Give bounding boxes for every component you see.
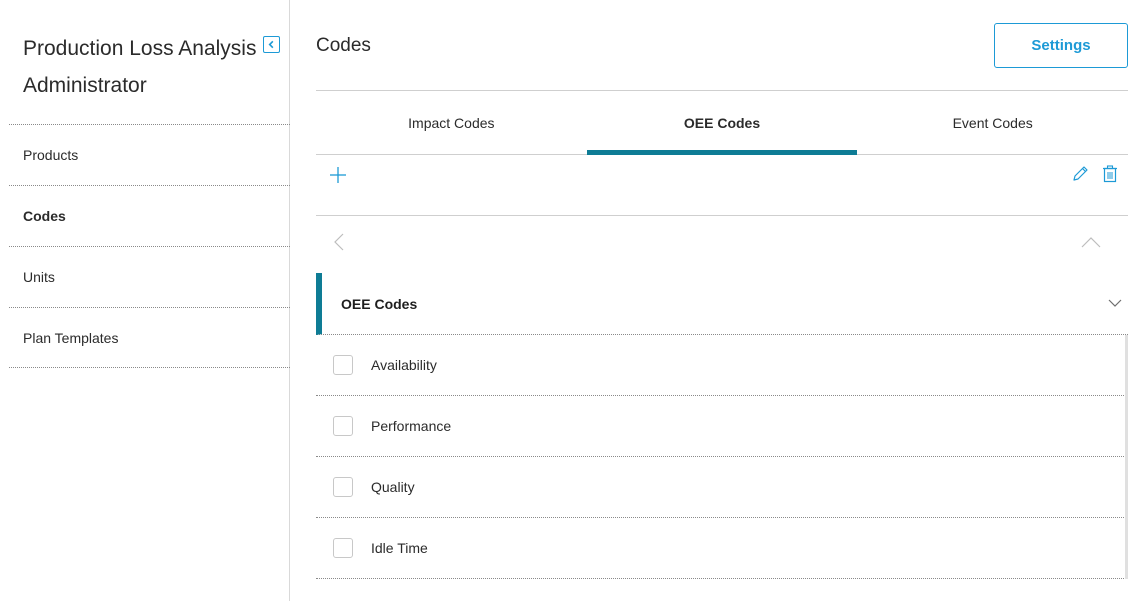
list-item-label: Availability (371, 357, 437, 373)
list-item: Performance (316, 396, 1128, 457)
scrollbar[interactable] (1125, 335, 1128, 579)
chevron-up-icon[interactable] (1080, 235, 1102, 249)
navigation-row (316, 217, 1128, 272)
list-item: Idle Time (316, 518, 1128, 579)
trash-icon[interactable] (1100, 164, 1120, 184)
tab-bar: Impact Codes OEE Codes Event Codes (316, 91, 1128, 155)
settings-button[interactable]: Settings (994, 23, 1128, 68)
list-item-label: Quality (371, 479, 415, 495)
sidebar-nav: Products Codes Units Plan Templates (9, 124, 290, 368)
chevron-left-icon (268, 40, 274, 49)
pencil-icon[interactable] (1070, 164, 1090, 184)
collapse-sidebar-button[interactable] (263, 36, 280, 53)
group-title: OEE Codes (341, 295, 418, 312)
checkbox[interactable] (333, 477, 353, 497)
plus-icon[interactable] (328, 165, 348, 185)
list-item-label: Performance (371, 418, 452, 434)
chevron-left-icon[interactable] (332, 232, 346, 252)
sidebar-item-label: Units (23, 269, 55, 285)
sidebar-item-codes[interactable]: Codes (9, 185, 290, 246)
list-item: Availability (316, 335, 1128, 396)
checkbox[interactable] (333, 355, 353, 375)
sidebar-item-units[interactable]: Units (9, 246, 290, 307)
list-item: Quality (316, 457, 1128, 518)
main-panel: Codes Settings Impact Codes OEE Codes Ev… (316, 0, 1128, 601)
sidebar-item-label: Plan Templates (23, 329, 119, 346)
sidebar-item-products[interactable]: Products (9, 124, 290, 185)
tab-impact-codes[interactable]: Impact Codes (316, 91, 587, 154)
app-title: Production Loss Analysis Administrator (23, 37, 257, 97)
checkbox[interactable] (333, 538, 353, 558)
oee-codes-list: Availability Performance Quality Idle Ti… (316, 335, 1128, 579)
sidebar-item-label: Codes (23, 208, 66, 224)
sidebar-header: Production Loss Analysis Administrator (23, 30, 285, 104)
checkbox[interactable] (333, 416, 353, 436)
page-title: Codes (316, 35, 371, 56)
chevron-down-icon[interactable] (1108, 298, 1122, 308)
sidebar-item-label: Products (23, 147, 79, 163)
list-item-label: Idle Time (371, 540, 428, 556)
sidebar: Production Loss Analysis Administrator P… (0, 0, 290, 601)
tab-event-codes[interactable]: Event Codes (857, 91, 1128, 154)
tab-oee-codes[interactable]: OEE Codes (586, 91, 858, 155)
sidebar-item-plan-templates[interactable]: Plan Templates (9, 307, 290, 368)
toolbar (316, 156, 1128, 216)
oee-codes-group-header[interactable]: OEE Codes (316, 273, 1128, 335)
